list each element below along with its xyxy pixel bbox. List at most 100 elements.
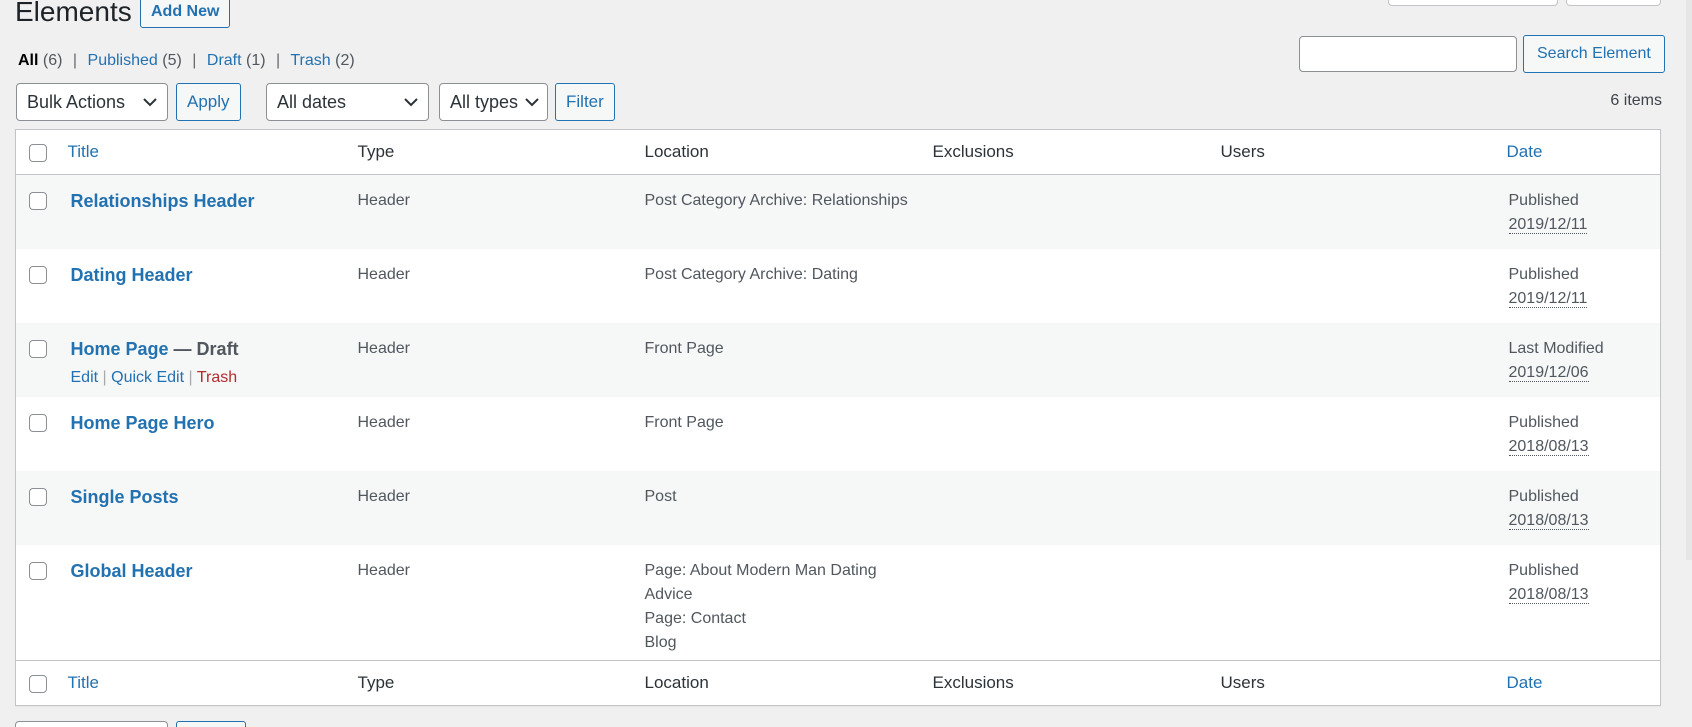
select-all-checkbox[interactable] <box>29 143 47 162</box>
column-users: Users <box>1220 142 1265 161</box>
date-value: 2018/08/13 <box>1508 511 1589 530</box>
date-cell: Last Modified 2019/12/06 <box>1507 323 1661 397</box>
users-cell <box>1221 471 1507 545</box>
row-checkbox-cell <box>16 249 68 323</box>
row-title-link[interactable]: Home Page Hero <box>71 413 215 433</box>
users-cell <box>1221 175 1507 249</box>
location-line: Page: About Modern Man Dating <box>644 561 877 579</box>
column-type: Type <box>357 673 395 692</box>
chevron-down-icon <box>525 84 539 120</box>
select-all-checkbox[interactable] <box>29 674 47 693</box>
row-checkbox[interactable] <box>29 265 47 284</box>
scrollbar[interactable] <box>1686 0 1692 560</box>
view-trash-link[interactable]: Trash <box>290 52 330 69</box>
search-input[interactable] <box>1299 36 1517 72</box>
location-cell: Post <box>645 471 933 545</box>
location-cell: Post Category Archive: Relationships <box>645 175 933 249</box>
dates-filter-value: All dates <box>277 92 347 112</box>
row-title-link[interactable]: Single Posts <box>71 487 179 507</box>
title-cell: Dating Header <box>68 249 358 323</box>
view-draft-count: (1) <box>246 52 266 69</box>
date-value: 2018/08/13 <box>1508 585 1589 604</box>
title-cell: Global Header <box>68 545 358 661</box>
exclusions-cell <box>933 471 1221 545</box>
sort-date-link[interactable]: Date <box>1507 142 1543 161</box>
row-checkbox[interactable] <box>29 561 47 580</box>
title-cell: Relationships Header <box>68 175 358 249</box>
exclusions-cell <box>933 249 1221 323</box>
date-status: Published <box>1508 487 1579 505</box>
date-value: 2018/08/13 <box>1508 437 1589 456</box>
row-title-link[interactable]: Relationships Header <box>71 191 255 211</box>
exclusions-cell <box>933 545 1221 661</box>
title-cell: Single Posts <box>68 471 358 545</box>
title-cell: Home Page — Draft Edit | Quick Edit | Tr… <box>68 323 358 397</box>
location-line: Post Category Archive: Dating <box>644 265 858 283</box>
column-exclusions: Exclusions <box>932 142 1014 161</box>
separator: | <box>276 52 281 69</box>
view-filters: All (6) | Published (5) | Draft (1) | Tr… <box>18 52 355 70</box>
add-new-button[interactable]: Add New <box>140 0 231 28</box>
location-line: Page: Contact <box>644 609 746 627</box>
help-tab[interactable] <box>1566 0 1661 6</box>
location-line: Post <box>644 487 677 505</box>
row-checkbox-cell <box>16 175 68 249</box>
view-all-count: (6) <box>42 52 63 69</box>
row-title-link[interactable]: Home Page <box>71 339 169 359</box>
title-cell: Home Page Hero <box>68 397 358 471</box>
column-title[interactable]: Title <box>68 661 358 706</box>
table-row: Global Header Header Page: About Modern … <box>16 545 1661 661</box>
type-cell: Header <box>357 487 410 505</box>
sort-date-link[interactable]: Date <box>1507 673 1543 692</box>
location-line: Front Page <box>644 339 724 357</box>
column-title[interactable]: Title <box>68 130 358 175</box>
location-line: Post Category Archive: Relationships <box>644 192 908 209</box>
bulk-actions-select[interactable]: Bulk Actions <box>16 83 168 121</box>
date-value: 2019/12/06 <box>1508 363 1589 382</box>
column-location: Location <box>644 673 709 692</box>
screen-options-tab[interactable] <box>1388 0 1558 6</box>
trash-link[interactable]: Trash <box>197 369 237 386</box>
sort-title-link[interactable]: Title <box>68 142 100 161</box>
column-date[interactable]: Date <box>1507 661 1661 706</box>
select-all-cell <box>16 661 68 706</box>
row-checkbox[interactable] <box>29 413 47 432</box>
column-date[interactable]: Date <box>1507 130 1661 175</box>
row-title-link[interactable]: Dating Header <box>71 265 193 285</box>
types-filter-select[interactable]: All types <box>439 83 548 121</box>
view-all-link[interactable]: All <box>18 52 38 69</box>
view-trash-count: (2) <box>335 52 355 69</box>
search-element-button[interactable]: Search Element <box>1523 35 1665 73</box>
select-all-cell <box>16 130 68 175</box>
type-cell: Header <box>357 413 410 431</box>
view-draft-link[interactable]: Draft <box>207 52 242 69</box>
bottom-bulk-actions-select[interactable] <box>15 721 168 727</box>
exclusions-cell <box>933 175 1221 249</box>
sort-title-link[interactable]: Title <box>68 673 100 692</box>
row-title-link[interactable]: Global Header <box>71 561 193 581</box>
bottom-apply-button[interactable] <box>176 721 246 727</box>
filter-button[interactable]: Filter <box>555 83 615 121</box>
quick-edit-link[interactable]: Quick Edit <box>111 369 184 386</box>
separator: | <box>72 52 78 69</box>
date-value: 2019/12/11 <box>1508 216 1588 234</box>
apply-button[interactable]: Apply <box>176 83 241 121</box>
edit-link[interactable]: Edit <box>71 369 99 386</box>
bulk-actions-value: Bulk Actions <box>27 92 126 112</box>
view-published-count: (5) <box>162 52 182 69</box>
view-published-label: Published <box>87 52 158 69</box>
table-row: Dating Header Header Post Category Archi… <box>16 249 1661 323</box>
view-published-link[interactable]: Published <box>88 52 158 69</box>
row-checkbox-cell <box>16 323 68 397</box>
row-checkbox[interactable] <box>29 339 47 358</box>
row-checkbox[interactable] <box>29 192 47 211</box>
location-cell: Front Page <box>645 397 933 471</box>
row-checkbox[interactable] <box>29 487 47 506</box>
users-cell <box>1221 397 1507 471</box>
date-status: Last Modified <box>1508 339 1604 357</box>
row-checkbox-cell <box>16 471 68 545</box>
table-row: Relationships Header Header Post Categor… <box>15 174 1661 249</box>
dates-filter-select[interactable]: All dates <box>266 83 429 121</box>
column-type: Type <box>357 142 395 161</box>
view-all-label: All <box>18 52 39 69</box>
